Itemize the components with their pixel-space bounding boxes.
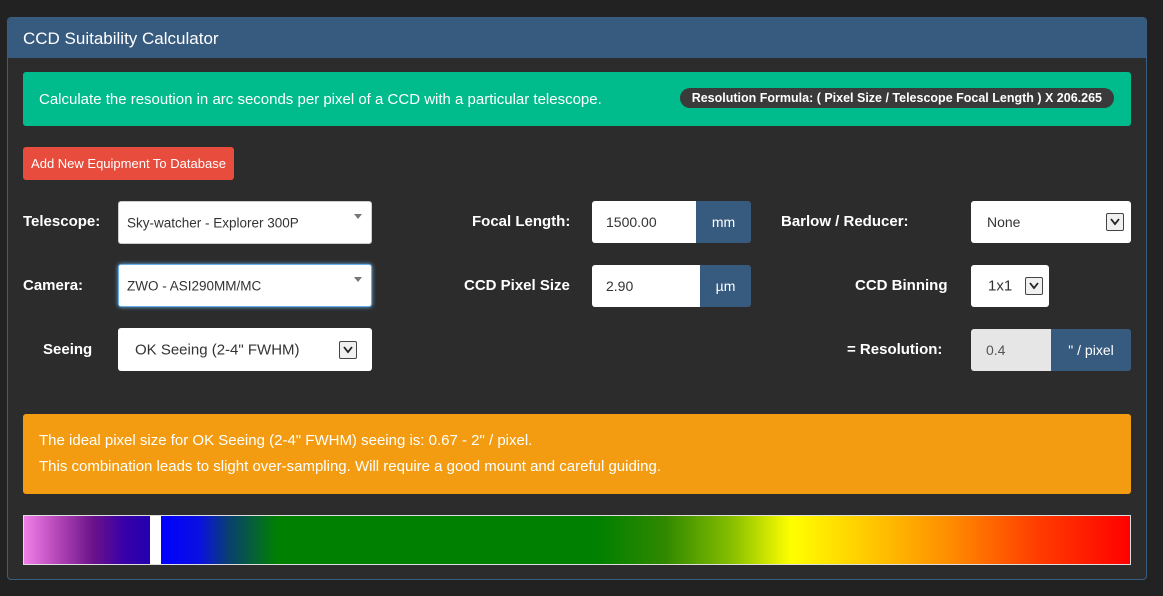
panel-title: CCD Suitability Calculator xyxy=(23,29,219,48)
formula-badge: Resolution Formula: ( Pixel Size / Teles… xyxy=(679,88,1114,108)
panel-header: CCD Suitability Calculator xyxy=(8,18,1146,58)
chevron-down-icon xyxy=(1106,213,1124,231)
seeing-label: Seeing xyxy=(43,341,93,358)
binning-label: CCD Binning xyxy=(855,277,948,294)
barlow-value: None xyxy=(987,214,1021,230)
chevron-down-icon xyxy=(339,340,357,359)
binning-select[interactable]: 1x1 xyxy=(971,265,1049,307)
seeing-select[interactable]: OK Seeing (2-4" FWHM) xyxy=(118,328,372,371)
pixel-size-unit: µm xyxy=(700,265,751,307)
info-text: Calculate the resoution in arc seconds p… xyxy=(39,91,602,108)
seeing-value: OK Seeing (2-4" FWHM) xyxy=(135,341,300,358)
scale-segment-undersampled xyxy=(24,516,150,564)
focal-length-label: Focal Length: xyxy=(472,213,571,230)
telescope-value: Sky-watcher - Explorer 300P xyxy=(127,215,299,230)
scale-marker xyxy=(150,516,161,564)
telescope-label: Telescope: xyxy=(23,213,101,230)
barlow-select[interactable]: None xyxy=(971,201,1131,243)
focal-length-value: 1500.00 xyxy=(606,214,657,230)
barlow-label: Barlow / Reducer: xyxy=(781,213,909,230)
camera-select[interactable]: ZWO - ASI290MM/MC xyxy=(118,264,372,307)
camera-label: Camera: xyxy=(23,277,84,294)
info-bar: Calculate the resoution in arc seconds p… xyxy=(23,72,1131,126)
resolution-output: 0.4 xyxy=(971,329,1052,371)
binning-value: 1x1 xyxy=(988,277,1013,295)
pixel-size-label: CCD Pixel Size xyxy=(464,277,570,294)
resolution-value: 0.4 xyxy=(986,342,1006,358)
add-equipment-button[interactable]: Add New Equipment To Database xyxy=(23,147,234,180)
chevron-down-icon xyxy=(354,214,362,219)
scale-segment-range xyxy=(161,516,1130,564)
chevron-down-icon xyxy=(1025,277,1043,295)
focal-length-unit: mm xyxy=(696,201,751,243)
resolution-label: = Resolution: xyxy=(847,341,943,358)
pixel-size-value: 2.90 xyxy=(606,278,634,294)
focal-length-input[interactable]: 1500.00 xyxy=(592,201,697,243)
chevron-down-icon xyxy=(354,277,362,282)
sampling-scale xyxy=(23,515,1131,565)
result-line-summary: This combination leads to slight over-sa… xyxy=(39,458,661,475)
result-alert: The ideal pixel size for OK Seeing (2-4"… xyxy=(23,414,1131,494)
telescope-select[interactable]: Sky-watcher - Explorer 300P xyxy=(118,201,372,244)
resolution-unit: " / pixel xyxy=(1051,329,1131,371)
camera-value: ZWO - ASI290MM/MC xyxy=(127,278,262,293)
result-line-ideal: The ideal pixel size for OK Seeing (2-4"… xyxy=(39,432,533,449)
pixel-size-input[interactable]: 2.90 xyxy=(592,265,701,307)
